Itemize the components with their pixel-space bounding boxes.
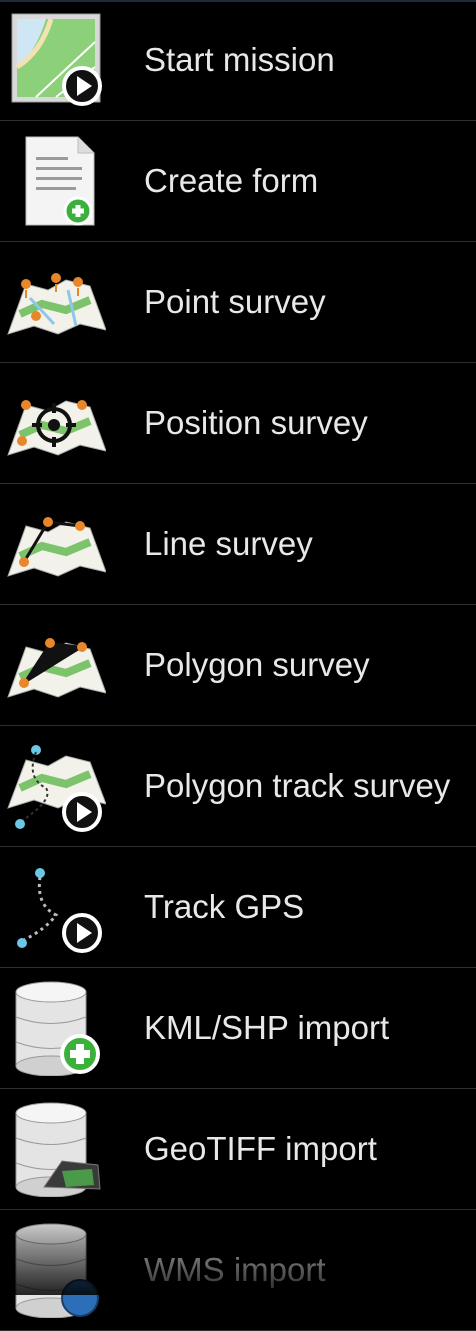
menu-item-geotiff-import[interactable]: GeoTIFF import: [0, 1089, 476, 1210]
map-play-icon: [6, 12, 106, 108]
menu-item-track-gps[interactable]: Track GPS: [0, 847, 476, 968]
menu-item-label: GeoTIFF import: [144, 1130, 377, 1167]
menu-item-wms-import[interactable]: WMS import: [0, 1210, 476, 1331]
menu-item-line-survey[interactable]: Line survey: [0, 484, 476, 605]
menu-item-label: Track GPS: [144, 888, 305, 925]
map-points-icon: [6, 254, 106, 350]
menu-item-label: Create form: [144, 162, 319, 199]
menu-item-create-form[interactable]: Create form: [0, 121, 476, 242]
menu-item-polygon-survey[interactable]: Polygon survey: [0, 605, 476, 726]
map-line-icon: [6, 496, 106, 592]
menu-item-position-survey[interactable]: Position survey: [0, 363, 476, 484]
menu-item-label: Line survey: [144, 525, 313, 562]
map-track-play-icon: [6, 738, 106, 834]
menu-item-label: Polygon track survey: [144, 767, 451, 804]
menu-item-polygon-track-survey[interactable]: Polygon track survey: [0, 726, 476, 847]
action-list: Start mission Create form Point survey P…: [0, 0, 476, 1331]
database-image-icon: [6, 1101, 106, 1197]
database-add-icon: [6, 980, 106, 1076]
menu-item-label: Point survey: [144, 283, 326, 320]
menu-item-point-survey[interactable]: Point survey: [0, 242, 476, 363]
menu-item-label: Position survey: [144, 404, 368, 441]
map-target-icon: [6, 375, 106, 471]
track-play-icon: [6, 859, 106, 955]
menu-item-start-mission[interactable]: Start mission: [0, 0, 476, 121]
form-add-icon: [6, 133, 106, 229]
map-polygon-icon: [6, 617, 106, 713]
menu-item-label: Polygon survey: [144, 646, 370, 683]
database-globe-icon: [6, 1222, 106, 1318]
menu-item-label: KML/SHP import: [144, 1009, 390, 1046]
menu-item-label: Start mission: [144, 41, 335, 78]
menu-item-kml-shp-import[interactable]: KML/SHP import: [0, 968, 476, 1089]
menu-item-label: WMS import: [144, 1251, 326, 1288]
